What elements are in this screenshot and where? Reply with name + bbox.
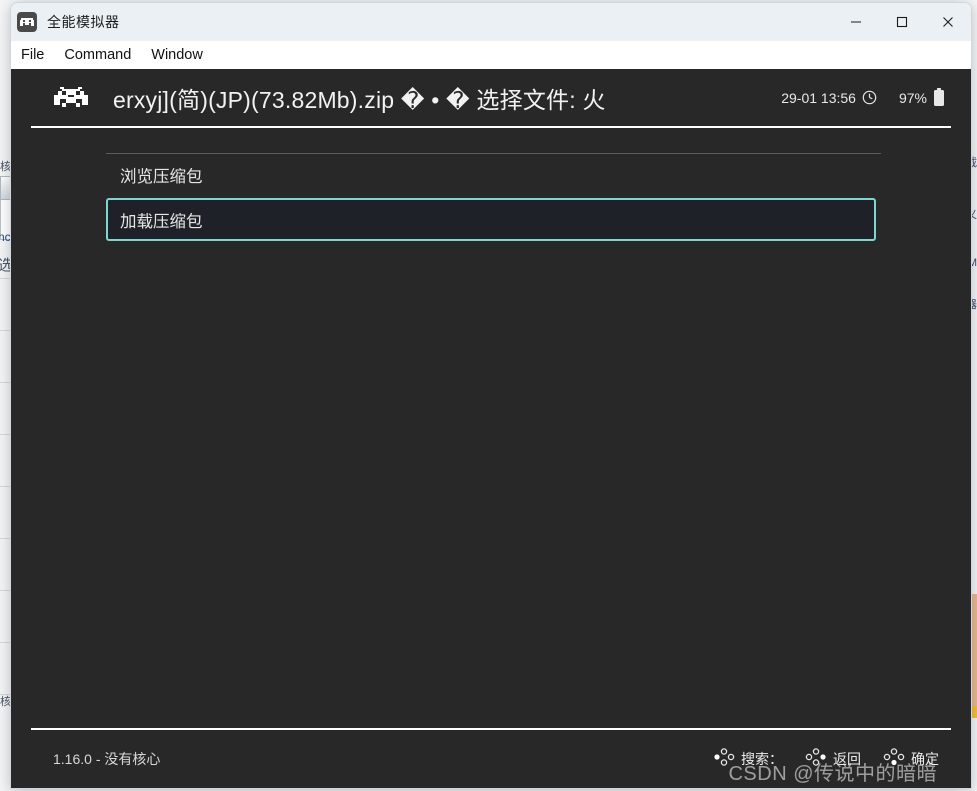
menu-bar: File Command Window <box>11 41 971 69</box>
space-invader-icon <box>51 84 91 112</box>
list-item-label: 加载压缩包 <box>120 212 203 231</box>
emulator-canvas: erxyj](简)(JP)(73.82Mb).zip � • � 选择文件: 火… <box>11 69 971 788</box>
gamepad-button-left-icon <box>713 747 735 771</box>
status-bar: 1.16.0 - 没有核心 搜索： 返回 确定 CSDN @传说中的暗暗 <box>31 730 951 788</box>
window-title: 全能模拟器 <box>47 14 120 30</box>
list-item-label: 浏览压缩包 <box>120 168 203 186</box>
hint-label: 搜索： <box>741 751 783 767</box>
menu-item-file[interactable]: File <box>21 47 44 63</box>
battery-icon <box>933 88 945 107</box>
hint-confirm[interactable]: 确定 <box>883 747 939 771</box>
list-item-load-archive[interactable]: 加载压缩包 <box>106 198 876 241</box>
menu-item-command[interactable]: Command <box>64 47 131 63</box>
list-item-browse-archive[interactable]: 浏览压缩包 <box>106 154 876 196</box>
minimize-button[interactable] <box>833 3 879 41</box>
battery-percent: 97% <box>898 89 927 106</box>
hint-back[interactable]: 返回 <box>805 747 861 771</box>
page-title: erxyj](简)(JP)(73.82Mb).zip � • � 选择文件: 火 <box>113 86 606 113</box>
clock-icon <box>862 90 877 105</box>
gamepad-button-down-icon <box>883 747 905 771</box>
title-bar[interactable]: 全能模拟器 <box>11 3 971 41</box>
hint-label: 确定 <box>911 751 939 767</box>
hint-search[interactable]: 搜索： <box>713 747 783 771</box>
clock-text: 29-01 13:56 <box>781 89 856 106</box>
menu-list: 浏览压缩包 加载压缩包 <box>11 128 971 728</box>
hint-label: 返回 <box>833 751 861 767</box>
close-button[interactable] <box>925 3 971 41</box>
maximize-button[interactable] <box>879 3 925 41</box>
content-header: erxyj](简)(JP)(73.82Mb).zip � • � 选择文件: 火… <box>31 69 951 126</box>
button-hints: 搜索： 返回 确定 <box>691 747 951 771</box>
emulator-window: 全能模拟器 File Command Window erxyj](简)(JP)(… <box>10 2 972 789</box>
gamepad-invader-icon <box>17 12 37 32</box>
version-text: 1.16.0 - 没有核心 <box>53 751 161 767</box>
status-cluster: 29-01 13:56 97% <box>781 88 951 107</box>
gamepad-button-right-icon <box>805 747 827 771</box>
menu-item-window[interactable]: Window <box>151 47 203 63</box>
